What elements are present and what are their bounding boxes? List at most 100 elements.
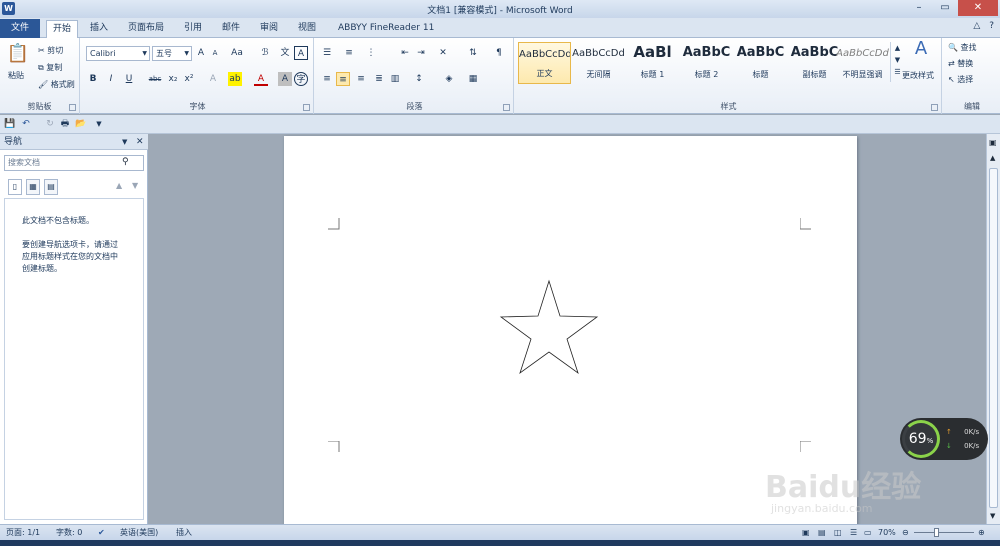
minimize-button[interactable]: – — [906, 0, 932, 16]
close-icon[interactable]: ✕ — [136, 134, 144, 150]
style-subtitle[interactable]: AaBbC 副标题 — [788, 42, 841, 84]
full-screen-view-icon[interactable]: ▤ — [818, 525, 826, 540]
shading-icon[interactable]: ◈ — [442, 72, 456, 86]
outline-view-icon[interactable]: ☰ — [850, 525, 857, 540]
highlight-icon[interactable]: ab — [228, 72, 242, 86]
maximize-button[interactable]: ▭ — [932, 0, 958, 16]
previous-icon[interactable]: ▲ — [116, 181, 122, 190]
align-center-icon[interactable]: ≡ — [336, 72, 350, 86]
justify-icon[interactable]: ≣ — [372, 72, 386, 86]
print-icon[interactable]: 🖶 — [58, 117, 72, 131]
char-border-icon[interactable]: A — [294, 46, 308, 60]
style-heading-1[interactable]: AaBl 标题 1 — [626, 42, 679, 84]
italic-button[interactable]: I — [104, 72, 118, 86]
word-count[interactable]: 字数: 0 — [56, 525, 82, 540]
tab-file[interactable]: 文件 — [0, 19, 40, 38]
print-layout-view-icon[interactable]: ▣ — [802, 525, 810, 540]
borders-icon[interactable]: ▦ — [466, 72, 480, 86]
chinese-layout-icon[interactable]: ✕ — [436, 46, 450, 60]
undo-icon[interactable]: ↶ — [19, 117, 33, 131]
strikethrough-button[interactable]: abc — [146, 72, 164, 86]
multilevel-list-icon[interactable]: ⋮ — [364, 46, 378, 60]
insert-mode-indicator[interactable]: 插入 — [176, 525, 192, 540]
style-subtle-emphasis[interactable]: AaBbCcDd 不明显强调 — [836, 42, 889, 84]
phonetic-guide-icon[interactable]: 文 — [278, 46, 292, 60]
headings-view-icon[interactable]: ▯ — [8, 179, 22, 195]
font-color-icon[interactable]: A — [254, 72, 268, 86]
draft-view-icon[interactable]: ▭ — [864, 525, 872, 540]
change-case-button[interactable]: Aa — [230, 46, 244, 60]
scroll-thumb[interactable] — [989, 168, 998, 508]
styles-launcher-icon[interactable] — [931, 104, 938, 111]
network-speed-widget[interactable]: 69% ↑ 0K/s ↓ 0K/s — [900, 418, 988, 460]
distributed-icon[interactable]: ▥ — [388, 72, 402, 86]
tab-home[interactable]: 开始 — [46, 20, 79, 38]
pages-view-icon[interactable]: ▦ — [26, 179, 40, 195]
select-button[interactable]: ↖ 选择 — [948, 74, 973, 85]
font-size-combo[interactable]: 五号 ▼ — [152, 46, 192, 61]
zoom-in-icon[interactable]: ⊕ — [978, 525, 985, 540]
paragraph-launcher-icon[interactable] — [503, 104, 510, 111]
decrease-indent-icon[interactable]: ⇤ — [398, 46, 412, 60]
increase-indent-icon[interactable]: ⇥ — [414, 46, 428, 60]
grow-font-button[interactable]: A — [194, 46, 208, 60]
language-indicator[interactable]: 英语(美国) — [120, 525, 158, 540]
format-painter-button[interactable]: 🖌 格式刷 — [38, 79, 75, 90]
tab-view[interactable]: 视图 — [292, 20, 322, 38]
enclose-char-icon[interactable]: 字 — [294, 72, 308, 86]
tab-insert[interactable]: 插入 — [84, 20, 114, 38]
redo-icon[interactable]: ↻ — [43, 117, 57, 131]
next-icon[interactable]: ▼ — [132, 181, 138, 190]
copy-button[interactable]: ⧉ 复制 — [38, 62, 62, 73]
shrink-font-button[interactable]: A — [208, 46, 222, 60]
style-normal[interactable]: AaBbCcDd 正文 — [518, 42, 571, 84]
zoom-slider[interactable] — [914, 532, 974, 533]
paste-icon[interactable]: 📋 — [6, 42, 30, 66]
align-left-icon[interactable]: ≡ — [320, 72, 334, 86]
help-icon[interactable]: ? — [989, 21, 994, 31]
open-folder-icon[interactable]: 📂 — [74, 117, 88, 131]
underline-button[interactable]: U — [122, 72, 136, 86]
zoom-slider-thumb[interactable] — [934, 528, 939, 537]
results-view-icon[interactable]: ▤ — [44, 179, 58, 195]
tab-mailings[interactable]: 邮件 — [216, 20, 246, 38]
vertical-scrollbar[interactable]: ▣ ▲ ▼ — [986, 134, 1000, 524]
zoom-level[interactable]: 70% — [878, 525, 896, 540]
superscript-button[interactable]: x² — [182, 72, 196, 86]
zoom-out-icon[interactable]: ⊖ — [902, 525, 909, 540]
align-right-icon[interactable]: ≡ — [354, 72, 368, 86]
bullets-icon[interactable]: ☰ — [320, 46, 334, 60]
replace-button[interactable]: ⇄ 替换 — [948, 58, 973, 69]
paste-button[interactable]: 粘贴 — [8, 70, 24, 81]
ruler-toggle-icon[interactable]: ▣ — [989, 138, 997, 147]
customize-qat-icon[interactable]: ▼ — [92, 117, 106, 131]
find-button[interactable]: 🔍 查找 — [948, 42, 977, 53]
clear-format-icon[interactable]: ℬ — [258, 46, 272, 60]
change-styles-button[interactable]: 更改样式 — [902, 70, 934, 81]
text-effects-icon[interactable]: A — [206, 72, 220, 86]
proofing-icon[interactable]: ✔ — [98, 525, 105, 540]
style-title[interactable]: AaBbC 标题 — [734, 42, 787, 84]
subscript-button[interactable]: x₂ — [166, 72, 180, 86]
bold-button[interactable]: B — [86, 72, 100, 86]
style-no-spacing[interactable]: AaBbCcDd 无间隔 — [572, 42, 625, 84]
tab-page-layout[interactable]: 页面布局 — [122, 20, 170, 38]
scroll-up-icon[interactable]: ▲ — [990, 154, 995, 162]
page-count[interactable]: 页面: 1/1 — [6, 525, 40, 540]
cut-button[interactable]: ✂ 剪切 — [38, 45, 63, 56]
sort-icon[interactable]: ⇅ — [466, 46, 480, 60]
clipboard-launcher-icon[interactable] — [69, 104, 76, 111]
tab-review[interactable]: 审阅 — [254, 20, 284, 38]
search-icon[interactable]: ⚲ — [122, 157, 129, 167]
tab-references[interactable]: 引用 — [178, 20, 208, 38]
scroll-down-icon[interactable]: ▼ — [990, 512, 995, 520]
change-styles-icon[interactable]: A — [906, 40, 936, 62]
close-button[interactable]: ✕ — [958, 0, 998, 16]
minimize-ribbon-icon[interactable]: △ — [973, 21, 980, 31]
line-spacing-icon[interactable]: ↕ — [412, 72, 426, 86]
font-name-combo[interactable]: Calibri ▼ — [86, 46, 150, 61]
tab-abbyy[interactable]: ABBYY FineReader 11 — [332, 20, 440, 38]
web-layout-view-icon[interactable]: ◫ — [834, 525, 842, 540]
style-heading-2[interactable]: AaBbC 标题 2 — [680, 42, 733, 84]
font-launcher-icon[interactable] — [303, 104, 310, 111]
